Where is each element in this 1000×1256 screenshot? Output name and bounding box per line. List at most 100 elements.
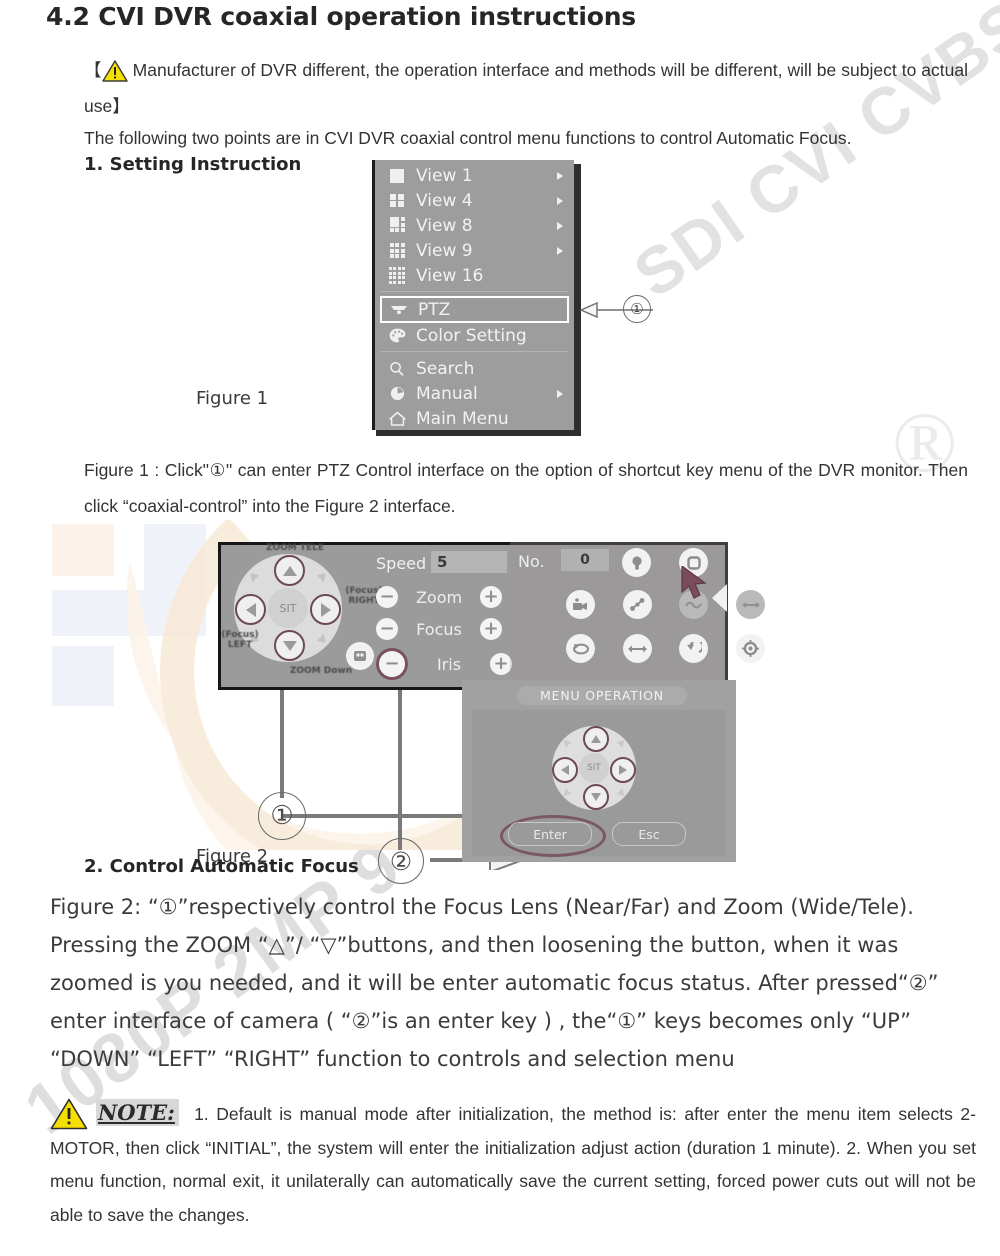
menu-operation-center-button[interactable]: SIT	[579, 753, 609, 783]
menu-item-label: Search	[416, 358, 475, 379]
triangle-right-icon	[320, 602, 331, 617]
ptz-horizontal-button[interactable]	[623, 634, 652, 663]
triangle-up-icon	[282, 565, 297, 576]
loop-icon	[572, 643, 589, 655]
ptz-down-button[interactable]	[274, 630, 305, 661]
preset-icon	[354, 651, 366, 661]
ptz-speed-label: Speed	[376, 554, 427, 573]
home-icon	[386, 411, 408, 426]
menu-item-label: Main Menu	[416, 408, 509, 429]
menu-item-color-setting[interactable]: Color Setting	[375, 323, 574, 348]
menu-operation-up-button[interactable]	[583, 726, 609, 752]
triangle-left-icon	[561, 765, 569, 775]
ptz-left-button[interactable]	[235, 594, 266, 625]
menu-item-search[interactable]: Search	[375, 356, 574, 381]
menu-item-view-4[interactable]: View 4	[375, 188, 574, 213]
view-1-grid-icon	[386, 168, 408, 183]
menu-item-view-8[interactable]: View 8	[375, 213, 574, 238]
dome-camera-icon	[388, 303, 410, 316]
triangle-down-icon	[282, 640, 297, 651]
ptz-zoom-minus-button[interactable]: −	[376, 586, 398, 608]
body-paragraph: Figure 2: “①”respectively control the Fo…	[50, 895, 939, 1071]
triangle-left-icon	[245, 602, 256, 617]
note-warning-triangle-icon	[50, 1098, 88, 1130]
esc-button[interactable]: Esc	[612, 822, 686, 846]
arrows-horizontal-icon	[628, 645, 647, 652]
ptz-center-button[interactable]: SIT	[268, 588, 308, 628]
ptz-diag-downright-icon[interactable]	[316, 633, 330, 647]
ptz-rotate-button[interactable]	[566, 634, 595, 663]
menuop-diag-upleft-icon[interactable]	[560, 737, 572, 748]
menu-item-ptz[interactable]: PTZ	[380, 296, 569, 323]
gear-icon	[742, 640, 759, 657]
ptz-speed-value[interactable]: 5	[431, 551, 507, 573]
ptz-diag-upright-icon[interactable]	[316, 569, 330, 583]
ptz-tour-button[interactable]	[623, 590, 652, 619]
ptz-scan-button[interactable]	[736, 590, 765, 619]
chevron-right-icon	[557, 221, 563, 230]
annotation-focus-left: (Focus) LEFT	[221, 630, 259, 650]
mouse-cursor-icon	[681, 566, 707, 599]
scan-icon	[741, 601, 760, 608]
menu-item-view-9[interactable]: View 9	[375, 238, 574, 263]
ptz-iris-plus-button[interactable]: +	[490, 653, 512, 675]
view-8-grid-icon	[386, 217, 408, 234]
triangle-right-icon	[619, 765, 627, 775]
ptz-iris-label: Iris	[436, 654, 462, 674]
ptz-light-button[interactable]	[622, 548, 651, 577]
menu-item-view-1[interactable]: View 1	[375, 163, 574, 188]
menu-item-label: View 9	[416, 240, 473, 261]
tour-path-icon	[630, 598, 645, 611]
magnifier-icon	[386, 361, 408, 377]
ptz-camera-button[interactable]	[566, 590, 595, 619]
menu-item-manual[interactable]: Manual	[375, 381, 574, 406]
bracket-open: 【	[84, 60, 102, 80]
menu-operation-down-button[interactable]	[583, 784, 609, 810]
enter-button[interactable]: Enter	[508, 822, 592, 846]
warning-paragraph: 【 Manufacturer of DVR different, the ope…	[84, 52, 968, 124]
note-label: NOTE:	[96, 1099, 179, 1126]
ptz-up-button[interactable]	[274, 555, 305, 586]
ptz-focus-minus-button[interactable]: −	[376, 618, 398, 640]
warning-text: Manufacturer of DVR different, the opera…	[84, 60, 969, 116]
bracket-close: 】	[112, 96, 130, 116]
ptz-zoom-plus-button[interactable]: +	[480, 586, 502, 608]
menu-item-label: View 1	[416, 165, 473, 186]
menu-item-view-16[interactable]: View 16	[375, 263, 574, 288]
ptz-flip-button[interactable]	[679, 634, 708, 663]
ptz-collapse-arrow-icon[interactable]	[712, 584, 727, 612]
chevron-right-icon	[557, 196, 563, 205]
menu-item-main-menu[interactable]: Main Menu	[375, 406, 574, 431]
ptz-preset-button[interactable]	[346, 642, 374, 670]
palette-icon	[386, 328, 408, 343]
note-text: 1. Default is manual mode after initiali…	[50, 1104, 976, 1225]
ptz-settings-button[interactable]	[736, 634, 765, 663]
ptz-no-label: No.	[518, 552, 545, 571]
ptz-control-panel: SIT ZOOM TELE (Focus) RIGHT (Focus) LEFT…	[218, 542, 765, 690]
ptz-iris-minus-button[interactable]: −	[376, 648, 408, 680]
ptz-no-value[interactable]: 0	[561, 549, 609, 571]
section-1-heading: 1. Setting Instruction	[84, 154, 302, 175]
figure-1-description: Figure 1 : Click"①" can enter PTZ Contro…	[84, 460, 968, 516]
menu-operation-panel: MENU OPERATION SIT Enter Esc	[462, 680, 736, 862]
watermark-right-text: SDI CVI CVBS	[620, 0, 1000, 312]
dvr-shortcut-menu[interactable]: View 1 View 4 View 8 View 9 View 16 PTZ …	[372, 160, 574, 430]
ptz-diag-upleft-icon[interactable]	[246, 569, 260, 583]
ptz-focus-plus-button[interactable]: +	[480, 618, 502, 640]
chevron-right-icon	[557, 389, 563, 398]
view-4-grid-icon	[386, 193, 408, 208]
figure-1-dvr-shortcut-menu: View 1 View 4 View 8 View 9 View 16 PTZ …	[372, 160, 581, 436]
ptz-focus-label: Focus	[416, 619, 462, 639]
view-9-grid-icon	[386, 243, 408, 258]
menu-operation-right-button[interactable]	[610, 757, 636, 783]
menu-item-label: View 4	[416, 190, 473, 211]
page-title: 4.2 CVI DVR coaxial operation instructio…	[46, 2, 636, 31]
menu-item-label: Manual	[416, 383, 478, 404]
menu-operation-left-button[interactable]	[552, 757, 578, 783]
intro-paragraph: The following two points are in CVI DVR …	[84, 128, 852, 148]
figure-2-callout-number-1: ①	[258, 792, 306, 840]
menu-operation-direction-pad[interactable]: SIT	[552, 726, 636, 810]
camera-icon	[573, 597, 587, 610]
menu-divider	[381, 351, 568, 352]
triangle-down-icon	[591, 793, 601, 801]
